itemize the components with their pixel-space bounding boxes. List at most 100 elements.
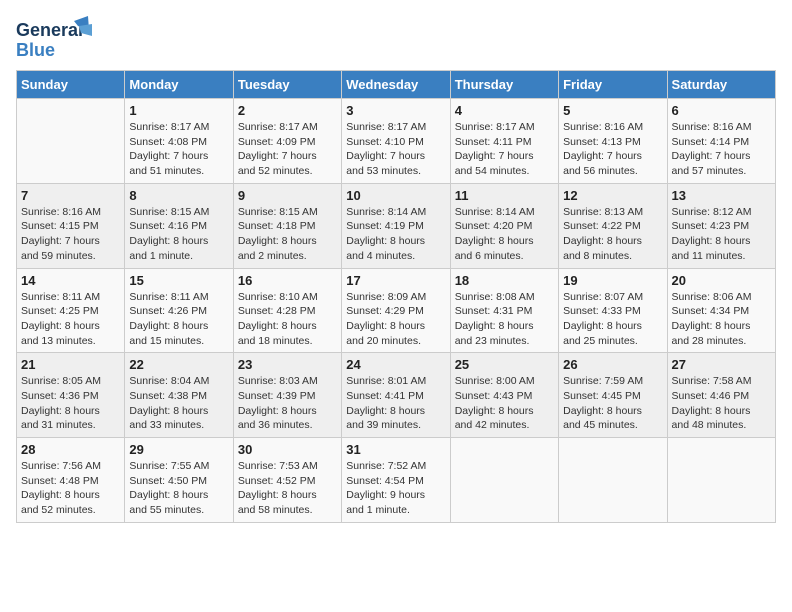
weekday-header-sunday: Sunday: [17, 71, 125, 99]
calendar-cell: 22 Sunrise: 8:04 AM Sunset: 4:38 PM Dayli…: [125, 353, 233, 438]
day-number: 13: [672, 188, 771, 203]
calendar-cell: 14 Sunrise: 8:11 AM Sunset: 4:25 PM Dayli…: [17, 268, 125, 353]
day-info: Sunrise: 8:11 AM Sunset: 4:25 PM Dayligh…: [21, 290, 120, 349]
calendar-cell: 13 Sunrise: 8:12 AM Sunset: 4:23 PM Dayli…: [667, 183, 775, 268]
day-info: Sunrise: 7:59 AM Sunset: 4:45 PM Dayligh…: [563, 374, 662, 433]
weekday-header-tuesday: Tuesday: [233, 71, 341, 99]
day-info: Sunrise: 8:16 AM Sunset: 4:13 PM Dayligh…: [563, 120, 662, 179]
weekday-header-saturday: Saturday: [667, 71, 775, 99]
day-info: Sunrise: 8:12 AM Sunset: 4:23 PM Dayligh…: [672, 205, 771, 264]
day-number: 10: [346, 188, 445, 203]
day-number: 25: [455, 357, 554, 372]
day-info: Sunrise: 8:14 AM Sunset: 4:19 PM Dayligh…: [346, 205, 445, 264]
calendar-cell: 19 Sunrise: 8:07 AM Sunset: 4:33 PM Dayli…: [559, 268, 667, 353]
day-number: 23: [238, 357, 337, 372]
weekday-header-row: SundayMondayTuesdayWednesdayThursdayFrid…: [17, 71, 776, 99]
calendar-cell: 30 Sunrise: 7:53 AM Sunset: 4:52 PM Dayli…: [233, 438, 341, 523]
day-number: 31: [346, 442, 445, 457]
day-number: 27: [672, 357, 771, 372]
week-row-5: 28 Sunrise: 7:56 AM Sunset: 4:48 PM Dayli…: [17, 438, 776, 523]
svg-text:Blue: Blue: [16, 40, 55, 60]
day-info: Sunrise: 8:00 AM Sunset: 4:43 PM Dayligh…: [455, 374, 554, 433]
day-number: 21: [21, 357, 120, 372]
calendar-cell: 1 Sunrise: 8:17 AM Sunset: 4:08 PM Daylig…: [125, 99, 233, 184]
calendar-cell: 23 Sunrise: 8:03 AM Sunset: 4:39 PM Dayli…: [233, 353, 341, 438]
day-info: Sunrise: 8:13 AM Sunset: 4:22 PM Dayligh…: [563, 205, 662, 264]
day-number: 20: [672, 273, 771, 288]
day-info: Sunrise: 8:07 AM Sunset: 4:33 PM Dayligh…: [563, 290, 662, 349]
day-number: 9: [238, 188, 337, 203]
day-number: 11: [455, 188, 554, 203]
calendar-cell: 27 Sunrise: 7:58 AM Sunset: 4:46 PM Dayli…: [667, 353, 775, 438]
day-info: Sunrise: 8:16 AM Sunset: 4:14 PM Dayligh…: [672, 120, 771, 179]
day-number: 7: [21, 188, 120, 203]
day-number: 22: [129, 357, 228, 372]
day-number: 16: [238, 273, 337, 288]
day-info: Sunrise: 8:05 AM Sunset: 4:36 PM Dayligh…: [21, 374, 120, 433]
calendar-cell: [667, 438, 775, 523]
calendar-cell: 2 Sunrise: 8:17 AM Sunset: 4:09 PM Daylig…: [233, 99, 341, 184]
day-number: 30: [238, 442, 337, 457]
day-info: Sunrise: 8:03 AM Sunset: 4:39 PM Dayligh…: [238, 374, 337, 433]
day-info: Sunrise: 8:11 AM Sunset: 4:26 PM Dayligh…: [129, 290, 228, 349]
calendar-cell: 28 Sunrise: 7:56 AM Sunset: 4:48 PM Dayli…: [17, 438, 125, 523]
week-row-2: 7 Sunrise: 8:16 AM Sunset: 4:15 PM Daylig…: [17, 183, 776, 268]
week-row-3: 14 Sunrise: 8:11 AM Sunset: 4:25 PM Dayli…: [17, 268, 776, 353]
day-number: 29: [129, 442, 228, 457]
calendar-cell: 17Sunrise: 8:09 AM Sunset: 4:29 PM Dayli…: [342, 268, 450, 353]
calendar-cell: 21 Sunrise: 8:05 AM Sunset: 4:36 PM Dayli…: [17, 353, 125, 438]
calendar-cell: 10 Sunrise: 8:14 AM Sunset: 4:19 PM Dayli…: [342, 183, 450, 268]
day-number: 18: [455, 273, 554, 288]
day-number: 3: [346, 103, 445, 118]
calendar-cell: 29 Sunrise: 7:55 AM Sunset: 4:50 PM Dayli…: [125, 438, 233, 523]
calendar-cell: 6Sunrise: 8:16 AM Sunset: 4:14 PM Daylig…: [667, 99, 775, 184]
day-info: Sunrise: 7:56 AM Sunset: 4:48 PM Dayligh…: [21, 459, 120, 518]
day-number: 12: [563, 188, 662, 203]
weekday-header-wednesday: Wednesday: [342, 71, 450, 99]
calendar-cell: 31 Sunrise: 7:52 AM Sunset: 4:54 PM Dayli…: [342, 438, 450, 523]
day-info: Sunrise: 8:06 AM Sunset: 4:34 PM Dayligh…: [672, 290, 771, 349]
weekday-header-thursday: Thursday: [450, 71, 558, 99]
day-info: Sunrise: 8:04 AM Sunset: 4:38 PM Dayligh…: [129, 374, 228, 433]
day-info: Sunrise: 8:09 AM Sunset: 4:29 PM Dayligh…: [346, 290, 445, 349]
day-number: 8: [129, 188, 228, 203]
day-number: 26: [563, 357, 662, 372]
day-number: 28: [21, 442, 120, 457]
calendar-cell: 26 Sunrise: 7:59 AM Sunset: 4:45 PM Dayli…: [559, 353, 667, 438]
day-number: 14: [21, 273, 120, 288]
day-info: Sunrise: 7:52 AM Sunset: 4:54 PM Dayligh…: [346, 459, 445, 518]
day-info: Sunrise: 7:55 AM Sunset: 4:50 PM Dayligh…: [129, 459, 228, 518]
day-number: 1: [129, 103, 228, 118]
day-number: 19: [563, 273, 662, 288]
day-info: Sunrise: 8:17 AM Sunset: 4:08 PM Dayligh…: [129, 120, 228, 179]
day-info: Sunrise: 8:17 AM Sunset: 4:11 PM Dayligh…: [455, 120, 554, 179]
week-row-1: 1 Sunrise: 8:17 AM Sunset: 4:08 PM Daylig…: [17, 99, 776, 184]
calendar-cell: 16 Sunrise: 8:10 AM Sunset: 4:28 PM Dayli…: [233, 268, 341, 353]
calendar-cell: 8Sunrise: 8:15 AM Sunset: 4:16 PM Daylig…: [125, 183, 233, 268]
day-info: Sunrise: 8:17 AM Sunset: 4:09 PM Dayligh…: [238, 120, 337, 179]
day-info: Sunrise: 7:58 AM Sunset: 4:46 PM Dayligh…: [672, 374, 771, 433]
day-info: Sunrise: 7:53 AM Sunset: 4:52 PM Dayligh…: [238, 459, 337, 518]
svg-text:General: General: [16, 20, 83, 40]
day-info: Sunrise: 8:10 AM Sunset: 4:28 PM Dayligh…: [238, 290, 337, 349]
calendar-cell: [559, 438, 667, 523]
calendar-cell: [450, 438, 558, 523]
week-row-4: 21 Sunrise: 8:05 AM Sunset: 4:36 PM Dayli…: [17, 353, 776, 438]
calendar-cell: 9Sunrise: 8:15 AM Sunset: 4:18 PM Daylig…: [233, 183, 341, 268]
calendar-cell: 7 Sunrise: 8:16 AM Sunset: 4:15 PM Daylig…: [17, 183, 125, 268]
calendar-cell: 24 Sunrise: 8:01 AM Sunset: 4:41 PM Dayli…: [342, 353, 450, 438]
day-info: Sunrise: 8:08 AM Sunset: 4:31 PM Dayligh…: [455, 290, 554, 349]
logo: GeneralBlue: [16, 16, 96, 62]
calendar-cell: 18 Sunrise: 8:08 AM Sunset: 4:31 PM Dayli…: [450, 268, 558, 353]
day-number: 15: [129, 273, 228, 288]
day-number: 2: [238, 103, 337, 118]
calendar-cell: 5 Sunrise: 8:16 AM Sunset: 4:13 PM Daylig…: [559, 99, 667, 184]
calendar-cell: 20 Sunrise: 8:06 AM Sunset: 4:34 PM Dayli…: [667, 268, 775, 353]
day-number: 5: [563, 103, 662, 118]
day-info: Sunrise: 8:01 AM Sunset: 4:41 PM Dayligh…: [346, 374, 445, 433]
day-info: Sunrise: 8:16 AM Sunset: 4:15 PM Dayligh…: [21, 205, 120, 264]
calendar-cell: 12 Sunrise: 8:13 AM Sunset: 4:22 PM Dayli…: [559, 183, 667, 268]
day-info: Sunrise: 8:14 AM Sunset: 4:20 PM Dayligh…: [455, 205, 554, 264]
day-number: 24: [346, 357, 445, 372]
calendar-cell: 4Sunrise: 8:17 AM Sunset: 4:11 PM Daylig…: [450, 99, 558, 184]
